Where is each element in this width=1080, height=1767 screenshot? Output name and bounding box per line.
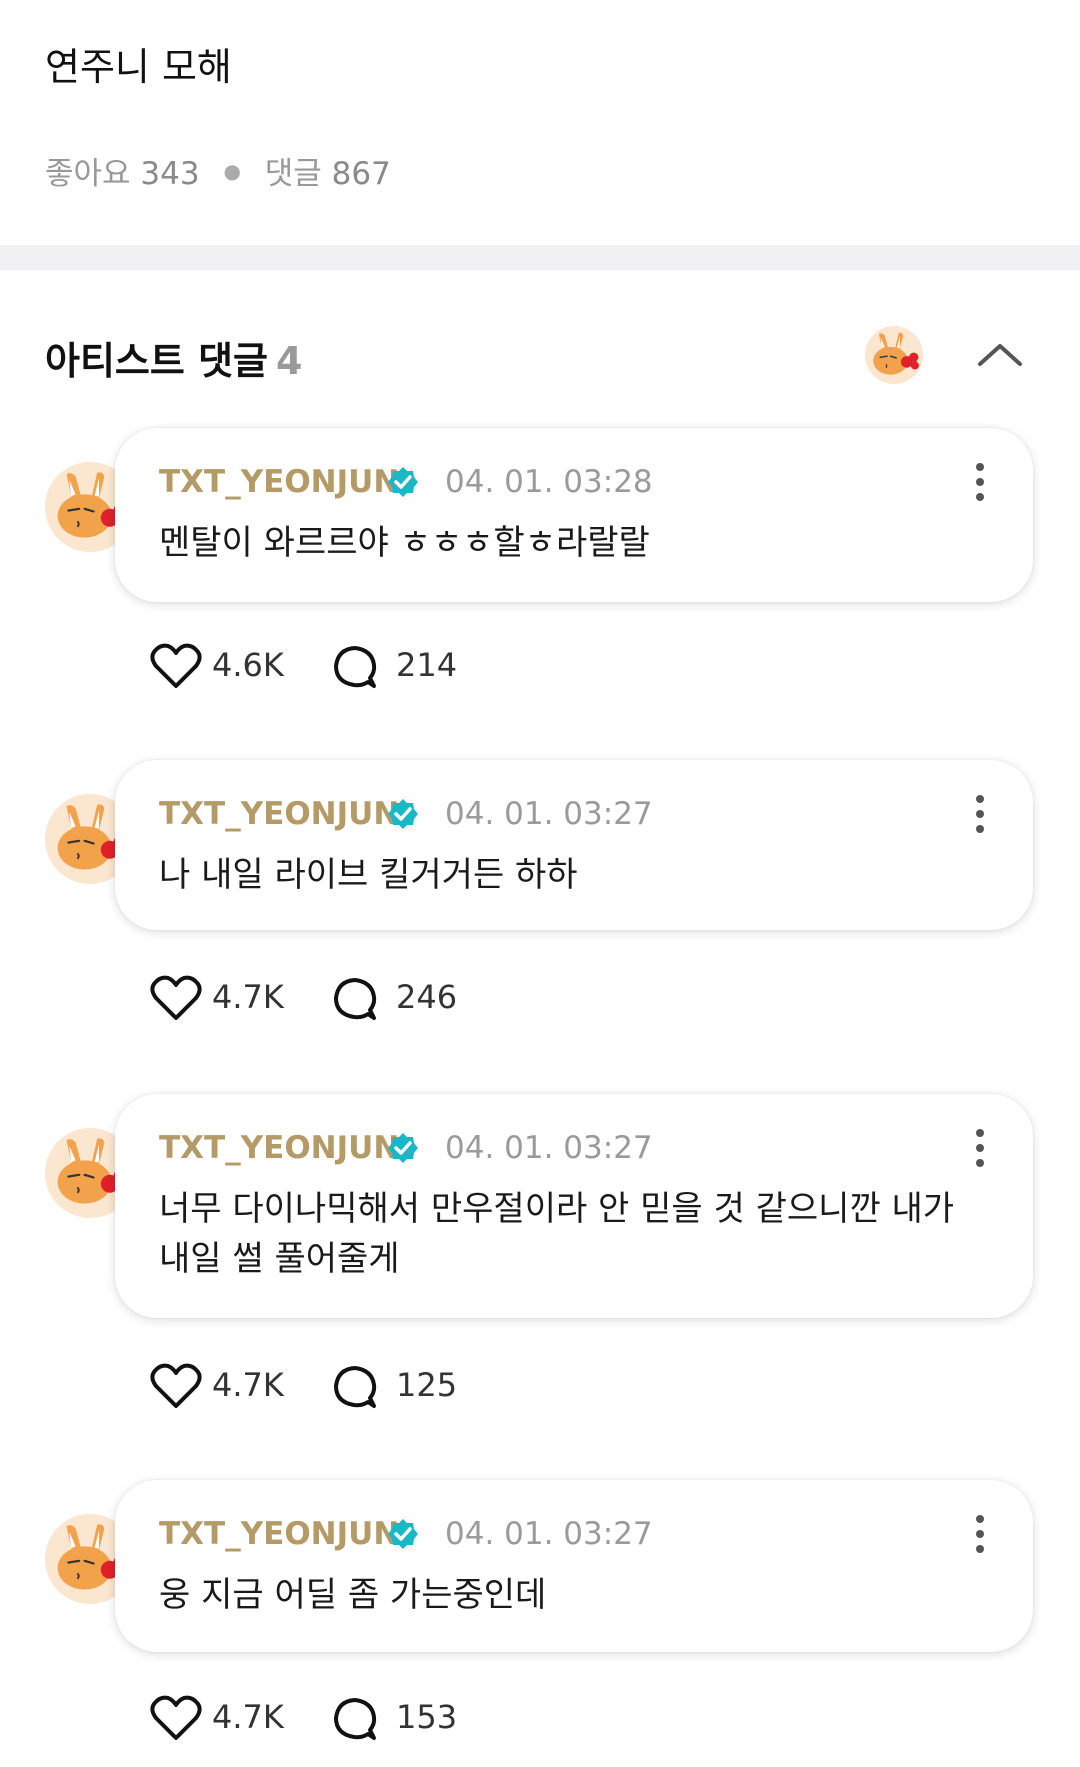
comment-username[interactable]: TXT_YEONJUN: [159, 464, 399, 500]
reply-count[interactable]: 153: [396, 1698, 457, 1736]
reply-count[interactable]: 246: [396, 978, 457, 1016]
verified-badge-icon: [387, 466, 419, 498]
like-count[interactable]: 4.7K: [212, 978, 284, 1016]
comment-timestamp: 04. 01. 03:28: [445, 464, 653, 500]
likes-count[interactable]: 343: [140, 156, 199, 192]
artist-avatar-icon[interactable]: [865, 326, 923, 384]
comment-bubble[interactable]: TXT_YEONJUN 04. 01. 03:27 너무 다이나믹해서 만우절이…: [115, 1094, 1033, 1318]
comment-text: 웅 지금 어딜 좀 가는중인데: [159, 1575, 547, 1615]
artist-comments-label: 아티스트 댓글: [45, 339, 268, 383]
artist-comments-header: 아티스트 댓글 4: [0, 320, 1080, 390]
heart-icon[interactable]: [150, 1694, 202, 1742]
comment-timestamp: 04. 01. 03:27: [445, 1516, 653, 1552]
more-vertical-icon[interactable]: [965, 792, 995, 836]
more-vertical-icon[interactable]: [965, 460, 995, 504]
post-stats: 좋아요 343 ● 댓글 867: [45, 148, 391, 193]
reply-count[interactable]: 125: [396, 1366, 457, 1404]
heart-icon[interactable]: [150, 642, 202, 690]
more-vertical-icon[interactable]: [965, 1512, 995, 1556]
comment-text: 나 내일 라이브 킬거거든 하하: [159, 855, 578, 895]
like-count[interactable]: 4.7K: [212, 1366, 284, 1404]
comment-text: 멘탈이 와르르야 ㅎㅎㅎ할ㅎ라랄랄: [159, 523, 650, 563]
section-divider: [0, 245, 1080, 270]
comments-count[interactable]: 867: [332, 156, 391, 192]
verified-badge-icon: [387, 1132, 419, 1164]
verified-badge-icon: [387, 798, 419, 830]
comment-timestamp: 04. 01. 03:27: [445, 1130, 653, 1166]
reply-count[interactable]: 214: [396, 646, 457, 684]
post-header: 연주니 모해 좋아요 343 ● 댓글 867: [0, 0, 1080, 245]
comment-username[interactable]: TXT_YEONJUN: [159, 796, 399, 832]
artist-comments-count: 4: [276, 339, 303, 383]
comments-label: 댓글: [264, 156, 322, 192]
comment-username[interactable]: TXT_YEONJUN: [159, 1516, 399, 1552]
post-title: 연주니 모해: [45, 45, 232, 89]
chevron-up-icon[interactable]: [972, 330, 1028, 380]
heart-icon[interactable]: [150, 974, 202, 1022]
comment-bubble-icon[interactable]: [332, 976, 378, 1022]
comment-bubble-icon[interactable]: [332, 644, 378, 690]
comment-username[interactable]: TXT_YEONJUN: [159, 1130, 399, 1166]
comment-text: 너무 다이나믹해서 만우절이라 안 믿을 것 같으니깐 내가 내일 썰 풀어줄게: [159, 1189, 955, 1279]
comment-bubble[interactable]: TXT_YEONJUN 04. 01. 03:27 나 내일 라이브 킬거거든 …: [115, 760, 1033, 930]
comment-bubble[interactable]: TXT_YEONJUN 04. 01. 03:28 멘탈이 와르르야 ㅎㅎㅎ할ㅎ…: [115, 428, 1033, 602]
separator-dot: ●: [223, 159, 241, 183]
heart-icon[interactable]: [150, 1362, 202, 1410]
verified-badge-icon: [387, 1518, 419, 1550]
like-count[interactable]: 4.7K: [212, 1698, 284, 1736]
artist-comments-title: 아티스트 댓글 4: [45, 330, 302, 385]
more-vertical-icon[interactable]: [965, 1126, 995, 1170]
likes-label: 좋아요: [45, 156, 131, 192]
comment-timestamp: 04. 01. 03:27: [445, 796, 653, 832]
comment-bubble[interactable]: TXT_YEONJUN 04. 01. 03:27 웅 지금 어딜 좀 가는중인…: [115, 1480, 1033, 1652]
comment-bubble-icon[interactable]: [332, 1364, 378, 1410]
like-count[interactable]: 4.6K: [212, 646, 284, 684]
comment-bubble-icon[interactable]: [332, 1696, 378, 1742]
